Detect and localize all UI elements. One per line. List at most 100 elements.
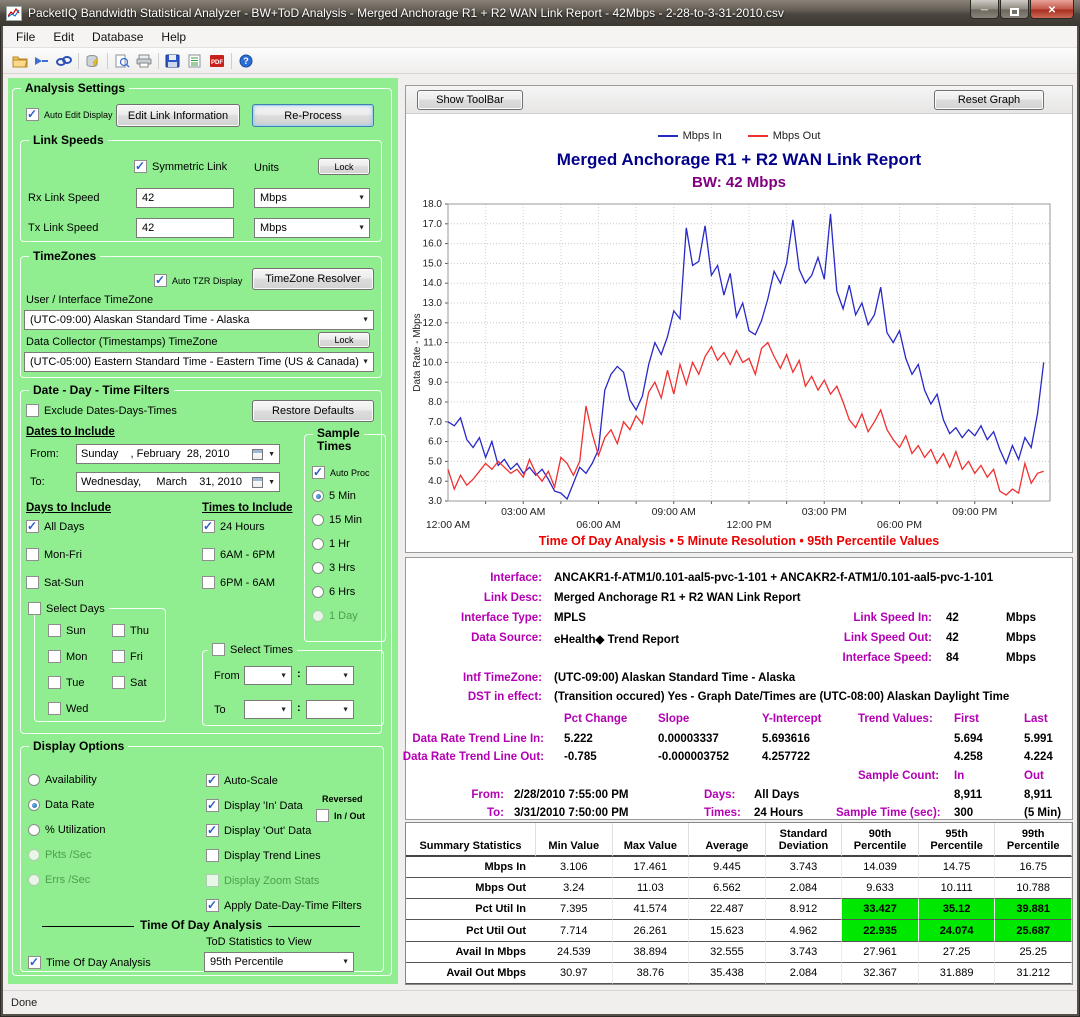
link-icon[interactable] — [54, 52, 74, 70]
save-icon[interactable] — [163, 52, 183, 70]
tod-statistics-dropdown[interactable]: 95th Percentile▼ — [204, 952, 354, 972]
tx-link-speed-input[interactable]: 42 — [136, 218, 234, 238]
sample-times-list: 5 Min15 Min1 Hr3 Hrs6 Hrs1 Day — [312, 490, 362, 622]
minimize-button[interactable]: ─ — [970, 0, 999, 19]
dst-value: (Transition occured) Yes - Graph Date/Ti… — [554, 691, 1009, 703]
radio-15-min[interactable]: 15 Min — [312, 514, 362, 526]
collector-timezone-dropdown[interactable]: (UTC-05:00) Eastern Standard Time - East… — [24, 352, 374, 372]
auto-tzr-display-checkbox[interactable]: Auto TZR Display — [154, 274, 242, 287]
radio-dot — [312, 610, 324, 622]
checkbox-24-hours[interactable]: 24 Hours — [202, 520, 275, 533]
restore-defaults-button[interactable]: Restore Defaults — [252, 400, 374, 422]
show-toolbar-button[interactable]: Show ToolBar — [417, 90, 523, 110]
checkbox-mon[interactable]: Mon — [48, 650, 88, 663]
re-process-button[interactable]: Re-Process — [252, 104, 374, 127]
to-date-picker[interactable]: Wednesday, March 31, 2010▼ — [76, 472, 280, 492]
link-speeds-lock-button[interactable]: Lock — [318, 158, 370, 175]
times-to-include-list: 24 Hours 6AM - 6PM 6PM - 6AM — [202, 520, 275, 589]
rx-units-dropdown[interactable]: Mbps▼ — [254, 188, 370, 208]
checkbox-all-days[interactable]: All Days — [26, 520, 84, 533]
to-hour-dropdown[interactable]: ▼ — [244, 700, 292, 719]
radio-dot — [28, 874, 40, 886]
table-header-summary-statistics: Summary Statistics — [406, 823, 536, 857]
radio-1-hr[interactable]: 1 Hr — [312, 538, 362, 550]
checkbox-6pm-6am[interactable]: 6PM - 6AM — [202, 576, 275, 589]
radio-5-min[interactable]: 5 Min — [312, 490, 362, 502]
checkbox-thu[interactable]: Thu — [112, 624, 149, 637]
chevron-down-icon: ▼ — [280, 672, 287, 679]
checkbox-box — [48, 650, 61, 663]
checkbox-display-out-data[interactable]: Display 'Out' Data — [206, 824, 362, 837]
menu-item-file[interactable]: File — [7, 28, 44, 46]
maximize-button[interactable] — [1000, 0, 1029, 19]
close-button[interactable]: ✕ — [1030, 0, 1074, 19]
checkbox-sat[interactable]: Sat — [112, 676, 149, 689]
merge-icon[interactable] — [32, 52, 52, 70]
from-hour-dropdown[interactable]: ▼ — [244, 666, 292, 685]
user-timezone-dropdown[interactable]: (UTC-09:00) Alaskan Standard Time - Alas… — [24, 310, 374, 330]
table-row-label-avail-in-mbps: Avail In Mbps — [406, 942, 536, 963]
exclude-dates-checkbox[interactable]: Exclude Dates-Days-Times — [26, 404, 177, 417]
svg-text:16.0: 16.0 — [423, 239, 443, 250]
print-preview-icon[interactable] — [112, 52, 132, 70]
checkbox-tue[interactable]: Tue — [48, 676, 88, 689]
tx-units-dropdown[interactable]: Mbps▼ — [254, 218, 370, 238]
checkbox-auto-scale[interactable]: Auto-Scale — [206, 774, 362, 787]
option-label: Tue — [66, 677, 85, 689]
from-minute-dropdown[interactable]: ▼ — [306, 666, 354, 685]
checkbox-sun[interactable]: Sun — [48, 624, 88, 637]
checkbox-mon-fri[interactable]: Mon-Fri — [26, 548, 84, 561]
database-process-icon[interactable] — [83, 52, 103, 70]
tod-chart[interactable]: 3.04.05.06.07.08.09.010.011.012.013.014.… — [410, 196, 1070, 539]
checkbox-wed[interactable]: Wed — [48, 702, 88, 715]
select-times-checkbox[interactable]: Select Times — [208, 643, 297, 656]
open-file-icon[interactable] — [10, 52, 30, 70]
sample-count-in-value: 8,911 — [954, 789, 982, 801]
help-icon[interactable]: ? — [236, 52, 256, 70]
auto-tzr-display-label: Auto TZR Display — [172, 276, 242, 286]
table-cell: 32.555 — [689, 942, 766, 963]
print-icon[interactable] — [134, 52, 154, 70]
table-cell: 31.889 — [919, 963, 996, 984]
rx-link-speed-input[interactable]: 42 — [136, 188, 234, 208]
tod-separator: Time Of Day Analysis — [28, 918, 374, 932]
to-minute-dropdown[interactable]: ▼ — [306, 700, 354, 719]
checkbox-apply-date-day-time-filters[interactable]: Apply Date-Day-Time Filters — [206, 899, 362, 912]
auto-proc-checkbox[interactable]: Auto Proc — [312, 466, 370, 479]
menu-item-database[interactable]: Database — [83, 28, 152, 46]
reset-graph-label: Reset Graph — [958, 94, 1020, 106]
timezone-lock-button[interactable]: Lock — [318, 332, 370, 348]
radio-data-rate[interactable]: Data Rate — [28, 799, 106, 811]
export-pdf-icon[interactable]: PDF — [207, 52, 227, 70]
checkbox-display-trend-lines[interactable]: Display Trend Lines — [206, 849, 362, 862]
export-excel-icon[interactable] — [185, 52, 205, 70]
chevron-down-icon: ▼ — [362, 359, 369, 366]
table-cell: 39.881 — [995, 899, 1072, 920]
menu-item-help[interactable]: Help — [152, 28, 195, 46]
from-date-picker[interactable]: Sunday , February 28, 2010▼ — [76, 444, 280, 464]
link-speed-out-value: 42 — [946, 632, 959, 644]
radio-utilization[interactable]: % Utilization — [28, 824, 106, 836]
radio-6-hrs[interactable]: 6 Hrs — [312, 586, 362, 598]
table-cell: 7.714 — [536, 920, 613, 941]
svg-text:09:00 AM: 09:00 AM — [652, 506, 696, 518]
menu-item-edit[interactable]: Edit — [44, 28, 83, 46]
timezone-resolver-button[interactable]: TimeZone Resolver — [252, 268, 374, 290]
checkbox-sat-sun[interactable]: Sat-Sun — [26, 576, 84, 589]
option-label: Display 'Out' Data — [224, 825, 311, 837]
reversed-in-out-checkbox[interactable]: In / Out — [316, 809, 365, 822]
radio-3-hrs[interactable]: 3 Hrs — [312, 562, 362, 574]
radio-availability[interactable]: Availability — [28, 774, 106, 786]
time-of-day-analysis-checkbox[interactable]: Time Of Day Analysis — [28, 956, 151, 969]
lock-label: Lock — [334, 162, 353, 172]
auto-edit-display-checkbox[interactable]: Auto Edit Display — [26, 108, 113, 121]
checkbox-box — [48, 702, 61, 715]
checkbox-6am-6pm[interactable]: 6AM - 6PM — [202, 548, 275, 561]
select-days-checkbox[interactable]: Select Days — [28, 602, 109, 615]
sample-time-label: Sample Time (sec): — [836, 807, 941, 819]
symmetric-link-checkbox[interactable]: Symmetric Link — [134, 160, 227, 173]
edit-link-information-button[interactable]: Edit Link Information — [116, 104, 240, 127]
checkbox-fri[interactable]: Fri — [112, 650, 149, 663]
radio-dot — [312, 490, 324, 502]
reset-graph-button[interactable]: Reset Graph — [934, 90, 1044, 110]
